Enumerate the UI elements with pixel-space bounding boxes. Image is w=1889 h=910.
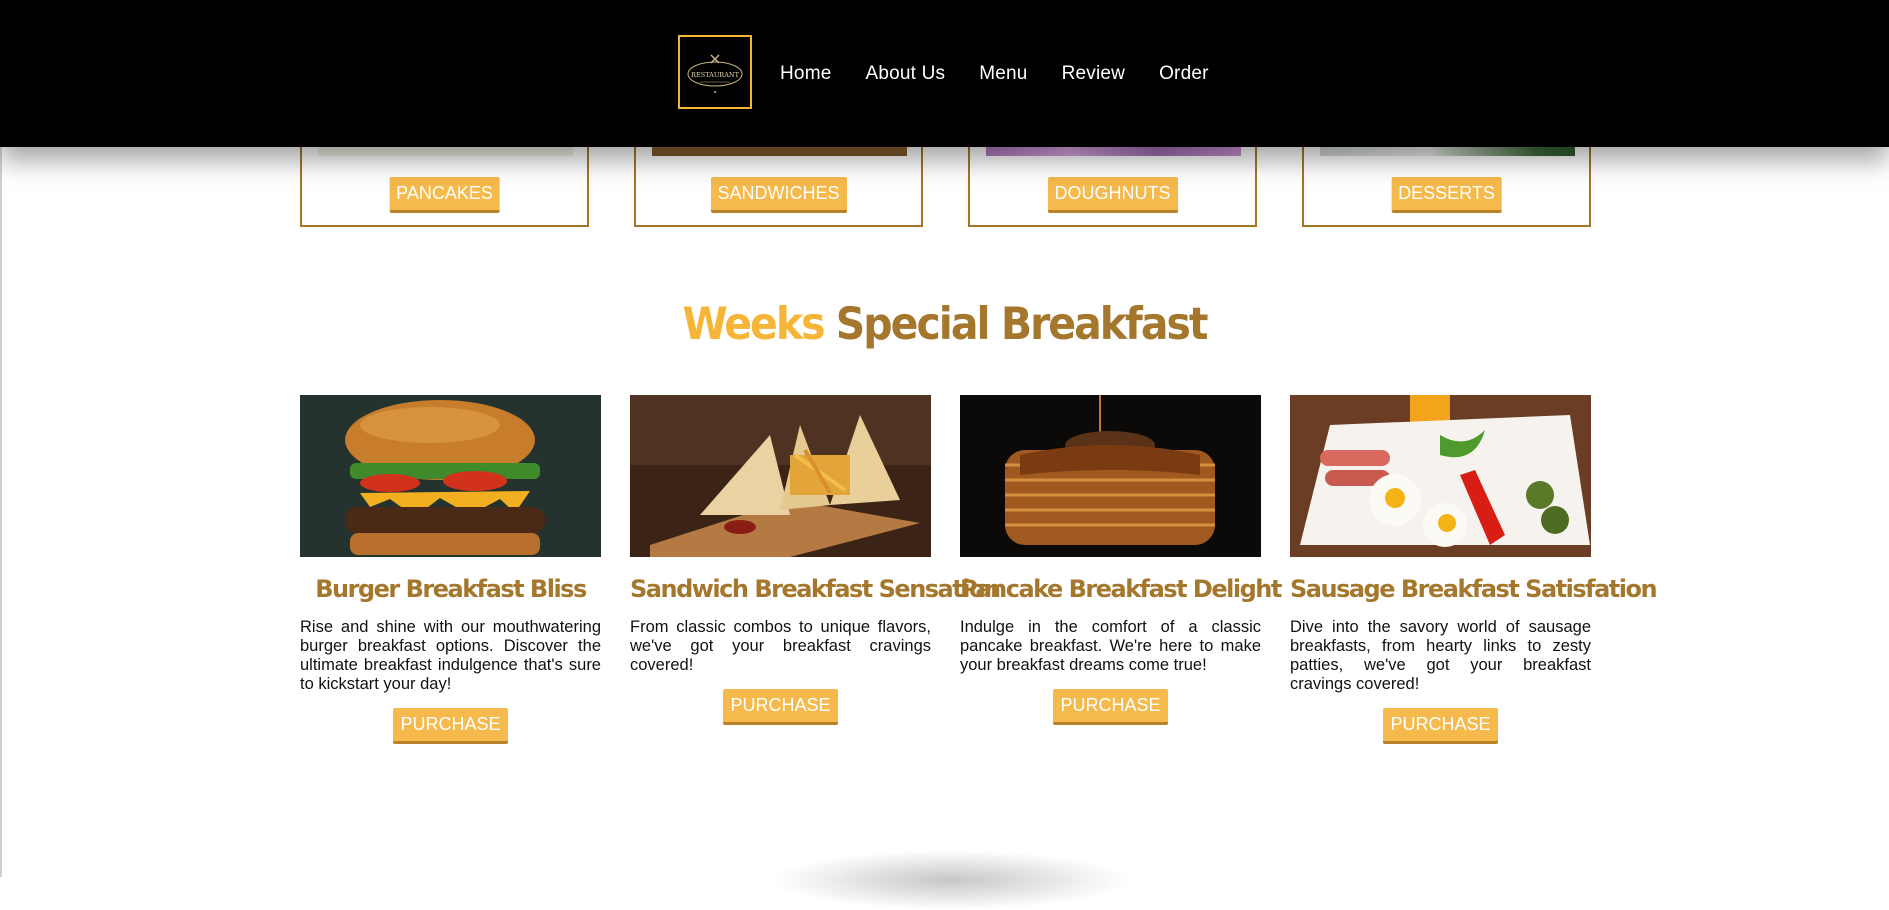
nav-about-us[interactable]: About Us — [865, 63, 945, 85]
nav-order[interactable]: Order — [1159, 63, 1209, 85]
purchase-button[interactable]: PURCHASE — [1053, 689, 1168, 725]
pancakes-button[interactable]: PANCAKES — [389, 177, 500, 213]
section-title-highlight: Weeks — [682, 298, 825, 350]
purchase-button[interactable]: PURCHASE — [393, 708, 508, 744]
product-title: Sausage Breakfast Satisfation — [1290, 575, 1658, 603]
section-title: Weeks Special Breakfast — [0, 298, 1889, 350]
product-description: Indulge in the comfort of a classic panc… — [960, 618, 1261, 674]
logo-emblem-icon: RESTAURANT — [687, 54, 743, 93]
desserts-button[interactable]: DESSERTS — [1391, 177, 1502, 213]
product-description: Dive into the savory world of sausage br… — [1290, 618, 1591, 693]
main-nav: Home About Us Menu Review Order — [780, 0, 1209, 147]
restaurant-logo[interactable]: RESTAURANT — [678, 35, 752, 109]
product-card-burger: Burger Breakfast Bliss Rise and shine wi… — [300, 395, 601, 744]
svg-text:RESTAURANT: RESTAURANT — [691, 71, 740, 79]
pancake-image — [960, 395, 1261, 557]
product-title: Sandwich Breakfast Sensation — [630, 575, 1001, 603]
section-title-main: Special Breakfast — [835, 298, 1209, 350]
product-card-pancake: Pancake Breakfast Delight Indulge in the… — [960, 395, 1282, 725]
product-description: Rise and shine with our mouthwatering bu… — [300, 618, 601, 693]
nav-menu[interactable]: Menu — [979, 63, 1027, 85]
sausage-image — [1290, 395, 1591, 557]
top-navbar: RESTAURANT Home About Us Menu Review Ord… — [0, 0, 1889, 147]
product-description: From classic combos to unique flavors, w… — [630, 618, 931, 674]
sandwiches-button[interactable]: SANDWICHES — [710, 177, 847, 213]
sandwich-image — [630, 395, 931, 557]
burger-image — [300, 395, 601, 557]
decorative-shadow — [770, 850, 1130, 910]
doughnuts-button[interactable]: DOUGHNUTS — [1047, 177, 1178, 213]
nav-review[interactable]: Review — [1062, 63, 1126, 85]
product-card-sausage: Sausage Breakfast Satisfation Dive into … — [1290, 395, 1658, 744]
nav-home[interactable]: Home — [780, 63, 831, 85]
purchase-button[interactable]: PURCHASE — [723, 689, 838, 725]
purchase-button[interactable]: PURCHASE — [1383, 708, 1498, 744]
product-card-sandwich: Sandwich Breakfast Sensation From classi… — [630, 395, 1001, 725]
product-title: Burger Breakfast Bliss — [315, 575, 587, 603]
product-title: Pancake Breakfast Delight — [960, 575, 1282, 603]
